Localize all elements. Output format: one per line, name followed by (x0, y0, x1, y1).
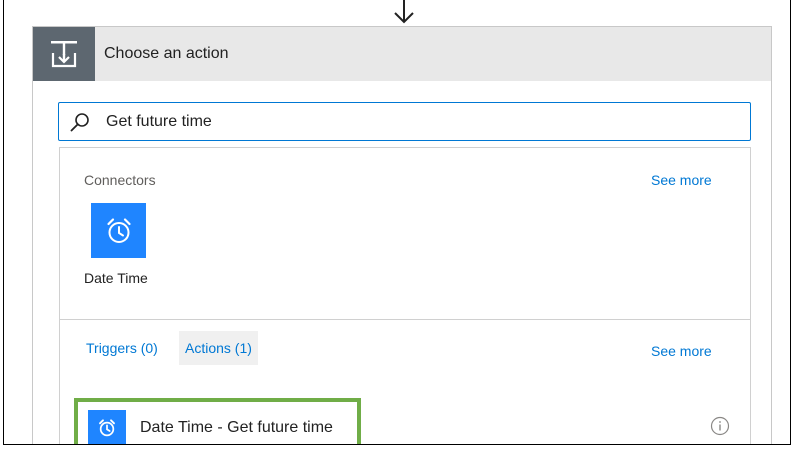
search-icon (70, 113, 89, 132)
alarm-clock-icon (88, 410, 126, 444)
card-header: Choose an action (33, 27, 771, 81)
section-divider (60, 319, 750, 320)
alarm-clock-icon (91, 203, 146, 258)
connectors-see-more-link[interactable]: See more (651, 172, 712, 188)
action-label: Date Time - Get future time (140, 419, 333, 436)
info-icon[interactable] (710, 416, 730, 436)
card-title: Choose an action (104, 45, 229, 62)
tab-actions[interactable]: Actions (1) (179, 331, 258, 365)
tab-triggers[interactable]: Triggers (0) (80, 331, 164, 365)
action-item-get-future-time[interactable]: Date Time - Get future time (74, 398, 361, 444)
search-input[interactable] (106, 110, 726, 134)
connectors-label: Connectors (84, 172, 156, 188)
connector-label: Date Time (84, 270, 148, 286)
choose-action-card: Choose an action Connectors See more (32, 26, 772, 444)
actions-see-more-link[interactable]: See more (651, 343, 712, 359)
results-panel: Connectors See more Date Time Triggers (… (59, 147, 751, 444)
canvas-frame: Choose an action Connectors See more (3, 0, 791, 445)
connector-tile-date-time[interactable]: Date Time (84, 203, 154, 286)
search-box[interactable] (58, 102, 751, 141)
flow-arrow-down-icon (394, 0, 414, 24)
insert-step-icon (33, 27, 95, 81)
